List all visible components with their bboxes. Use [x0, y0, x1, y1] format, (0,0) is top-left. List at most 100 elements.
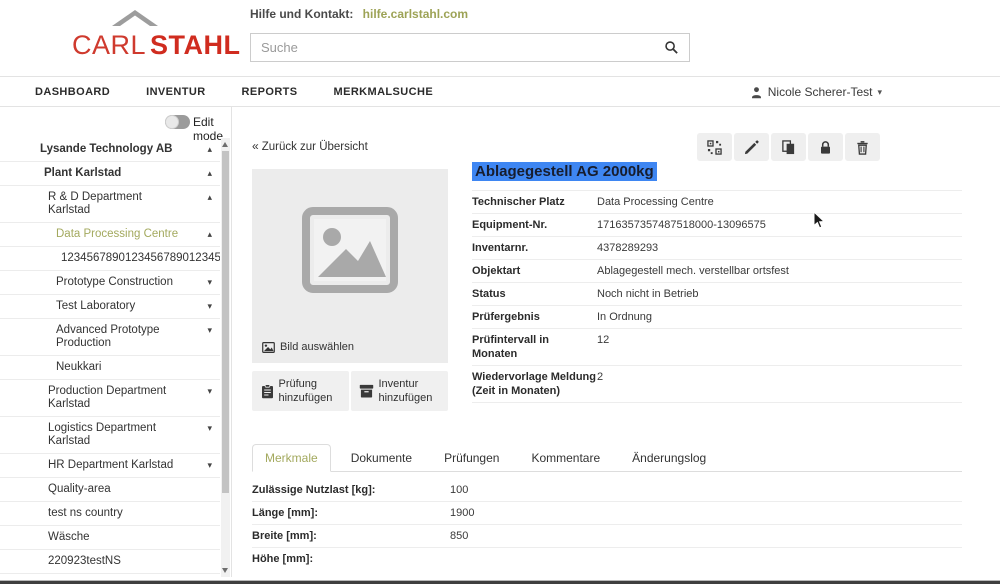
tab[interactable]: Merkmale	[252, 444, 331, 472]
tree-caret-icon[interactable]: ▴	[207, 228, 212, 241]
person-icon	[751, 86, 761, 98]
characteristic-value: 850	[450, 530, 469, 542]
tree-item[interactable]: Data Processing Centre ▴	[0, 223, 220, 247]
nav-item[interactable]: DASHBOARD	[35, 86, 110, 98]
action-buttons: Prüfung hinzufügen Inventur hinzufügen	[252, 371, 448, 411]
tab[interactable]: Kommentare	[519, 445, 612, 471]
tree-item[interactable]: Prototype Construction ▾	[0, 271, 220, 295]
user-menu[interactable]: Nicole Scherer-Test ▾	[750, 77, 882, 107]
tree-caret-icon[interactable]: ▴	[207, 167, 212, 180]
characteristic-label: Zulässige Nutzlast [kg]:	[252, 484, 376, 496]
detail-value: 12	[597, 334, 610, 346]
tree-item-label: Plant Karlstad	[44, 167, 122, 179]
tree-item[interactable]: R & D Department Karlstad ▴	[0, 186, 220, 223]
tree-item[interactable]: Team Nicole R&D Department Karlstad	[0, 574, 220, 577]
characteristic-value: 1900	[450, 507, 475, 519]
detail-label: Technischer Platz	[472, 196, 565, 208]
tree-item[interactable]: test ns country	[0, 502, 220, 526]
detail-label: Equipment-Nr.	[472, 219, 548, 231]
tab[interactable]: Änderungslog	[620, 445, 718, 471]
tree-item-label: test ns country	[48, 507, 123, 519]
bottom-edge	[0, 580, 1000, 584]
main-nav: DASHBOARD INVENTUR REPORTS MERKMALSUCHE …	[0, 77, 1000, 107]
help-contact: Hilfe und Kontakt: hilfe.carlstahl.com	[250, 7, 468, 21]
search-input[interactable]	[251, 40, 653, 55]
trash-icon	[857, 140, 868, 155]
tree-caret-icon[interactable]: ▾	[207, 422, 212, 435]
tree-caret-icon[interactable]: ▾	[207, 459, 212, 472]
characteristic-row: Zulässige Nutzlast [kg]: 100	[252, 479, 962, 502]
roof-icon	[112, 10, 158, 26]
back-link[interactable]: «Zurück zur Übersicht	[252, 139, 368, 153]
detail-row: Wiedervorlage Meldung (Zeit in Monaten) …	[472, 366, 962, 403]
tree-item-label: Prototype Construction	[56, 276, 173, 288]
add-inspection-button[interactable]: Prüfung hinzufügen	[252, 371, 349, 411]
detail-value: 2	[597, 371, 604, 383]
copy-button[interactable]	[771, 133, 806, 161]
tree-item-label: Wäsche	[48, 531, 90, 543]
tree-item[interactable]: Wäsche	[0, 526, 220, 550]
characteristic-label: Länge [mm]:	[252, 507, 318, 519]
archive-icon	[359, 384, 373, 398]
tree-item[interactable]: Plant Karlstad ▴	[0, 162, 220, 186]
back-link-label: Zurück zur Übersicht	[261, 141, 368, 153]
select-image-button[interactable]: Bild auswählen	[262, 341, 354, 353]
user-name: Nicole Scherer-Test	[767, 85, 873, 99]
tree-item[interactable]: Advanced Prototype Production ▾	[0, 319, 220, 356]
tree-caret-icon[interactable]: ▾	[207, 385, 212, 398]
search-button[interactable]	[653, 34, 689, 61]
add-inventory-button[interactable]: Inventur hinzufügen	[351, 371, 448, 411]
tree-item[interactable]: Test Laboratory ▾	[0, 295, 220, 319]
back-chevron-icon: «	[252, 139, 259, 153]
user-caret-icon: ▾	[877, 86, 882, 97]
delete-button[interactable]	[845, 133, 880, 161]
pencil-icon	[744, 139, 759, 154]
sidebar-scrollbar[interactable]	[221, 138, 230, 577]
help-link[interactable]: hilfe.carlstahl.com	[363, 7, 468, 21]
tree-item-label: Quality-area	[48, 483, 111, 495]
detail-label: Prüfergebnis	[472, 311, 540, 323]
tree-caret-icon[interactable]: ▾	[207, 300, 212, 313]
help-label: Hilfe und Kontakt:	[250, 7, 354, 21]
tree-item[interactable]: HR Department Karlstad ▾	[0, 454, 220, 478]
tree-caret-icon[interactable]: ▴	[207, 143, 212, 156]
page-title-selected-text: Ablagegestell AG 2000kg	[472, 162, 657, 181]
tab[interactable]: Prüfungen	[432, 445, 511, 471]
tree-item[interactable]: 220923testNS	[0, 550, 220, 574]
tree-item[interactable]: Neukkari	[0, 356, 220, 380]
tree-item[interactable]: Logistics Department Karlstad ▾	[0, 417, 220, 454]
tree-item[interactable]: Lysande Technology AB ▴	[0, 138, 220, 162]
nav-item[interactable]: MERKMALSUCHE	[334, 86, 434, 98]
edit-mode-row: Edit mode	[0, 112, 231, 143]
details-table: Technischer Platz Data Processing Centre…	[472, 190, 962, 403]
nav-item[interactable]: INVENTUR	[146, 86, 205, 98]
tree-item[interactable]: 1234567890123456789012345678	[0, 247, 220, 271]
edit-button[interactable]	[734, 133, 769, 161]
nav-item[interactable]: REPORTS	[242, 86, 298, 98]
detail-row: Equipment-Nr. 1716357357487518000-130965…	[472, 214, 962, 237]
tree-item[interactable]: Production Department Karlstad ▾	[0, 380, 220, 417]
tree-caret-icon[interactable]: ▴	[207, 191, 212, 204]
tree-item-label: Logistics Department Karlstad	[48, 422, 157, 447]
scroll-down-icon[interactable]	[222, 568, 228, 573]
scrollbar-thumb[interactable]	[222, 151, 229, 494]
characteristic-row: Breite [mm]: 850	[252, 525, 962, 548]
detail-label: Wiedervorlage Meldung (Zeit in Monaten)	[472, 371, 596, 397]
scroll-up-icon[interactable]	[222, 142, 228, 147]
qr-code-button[interactable]	[697, 133, 732, 161]
search-icon	[664, 41, 678, 54]
tree-caret-icon[interactable]: ▾	[207, 324, 212, 337]
characteristic-row: Höhe [mm]:	[252, 548, 962, 570]
carl-stahl-logo[interactable]: CARL STAHL	[60, 8, 240, 70]
tree-item[interactable]: Quality-area	[0, 478, 220, 502]
app: CARL STAHL Hilfe und Kontakt: hilfe.carls…	[0, 0, 1000, 584]
lock-button[interactable]	[808, 133, 843, 161]
edit-mode-toggle[interactable]	[165, 115, 190, 129]
tree-item-label: 1234567890123456789012345678	[61, 252, 220, 264]
tab[interactable]: Dokumente	[339, 445, 424, 471]
qr-code-icon	[707, 139, 722, 155]
tree-item-label: 220923testNS	[48, 555, 121, 567]
tree-caret-icon[interactable]: ▾	[207, 276, 212, 289]
characteristic-label: Breite [mm]:	[252, 530, 317, 542]
tree-item-label: Advanced Prototype Production	[56, 324, 160, 349]
